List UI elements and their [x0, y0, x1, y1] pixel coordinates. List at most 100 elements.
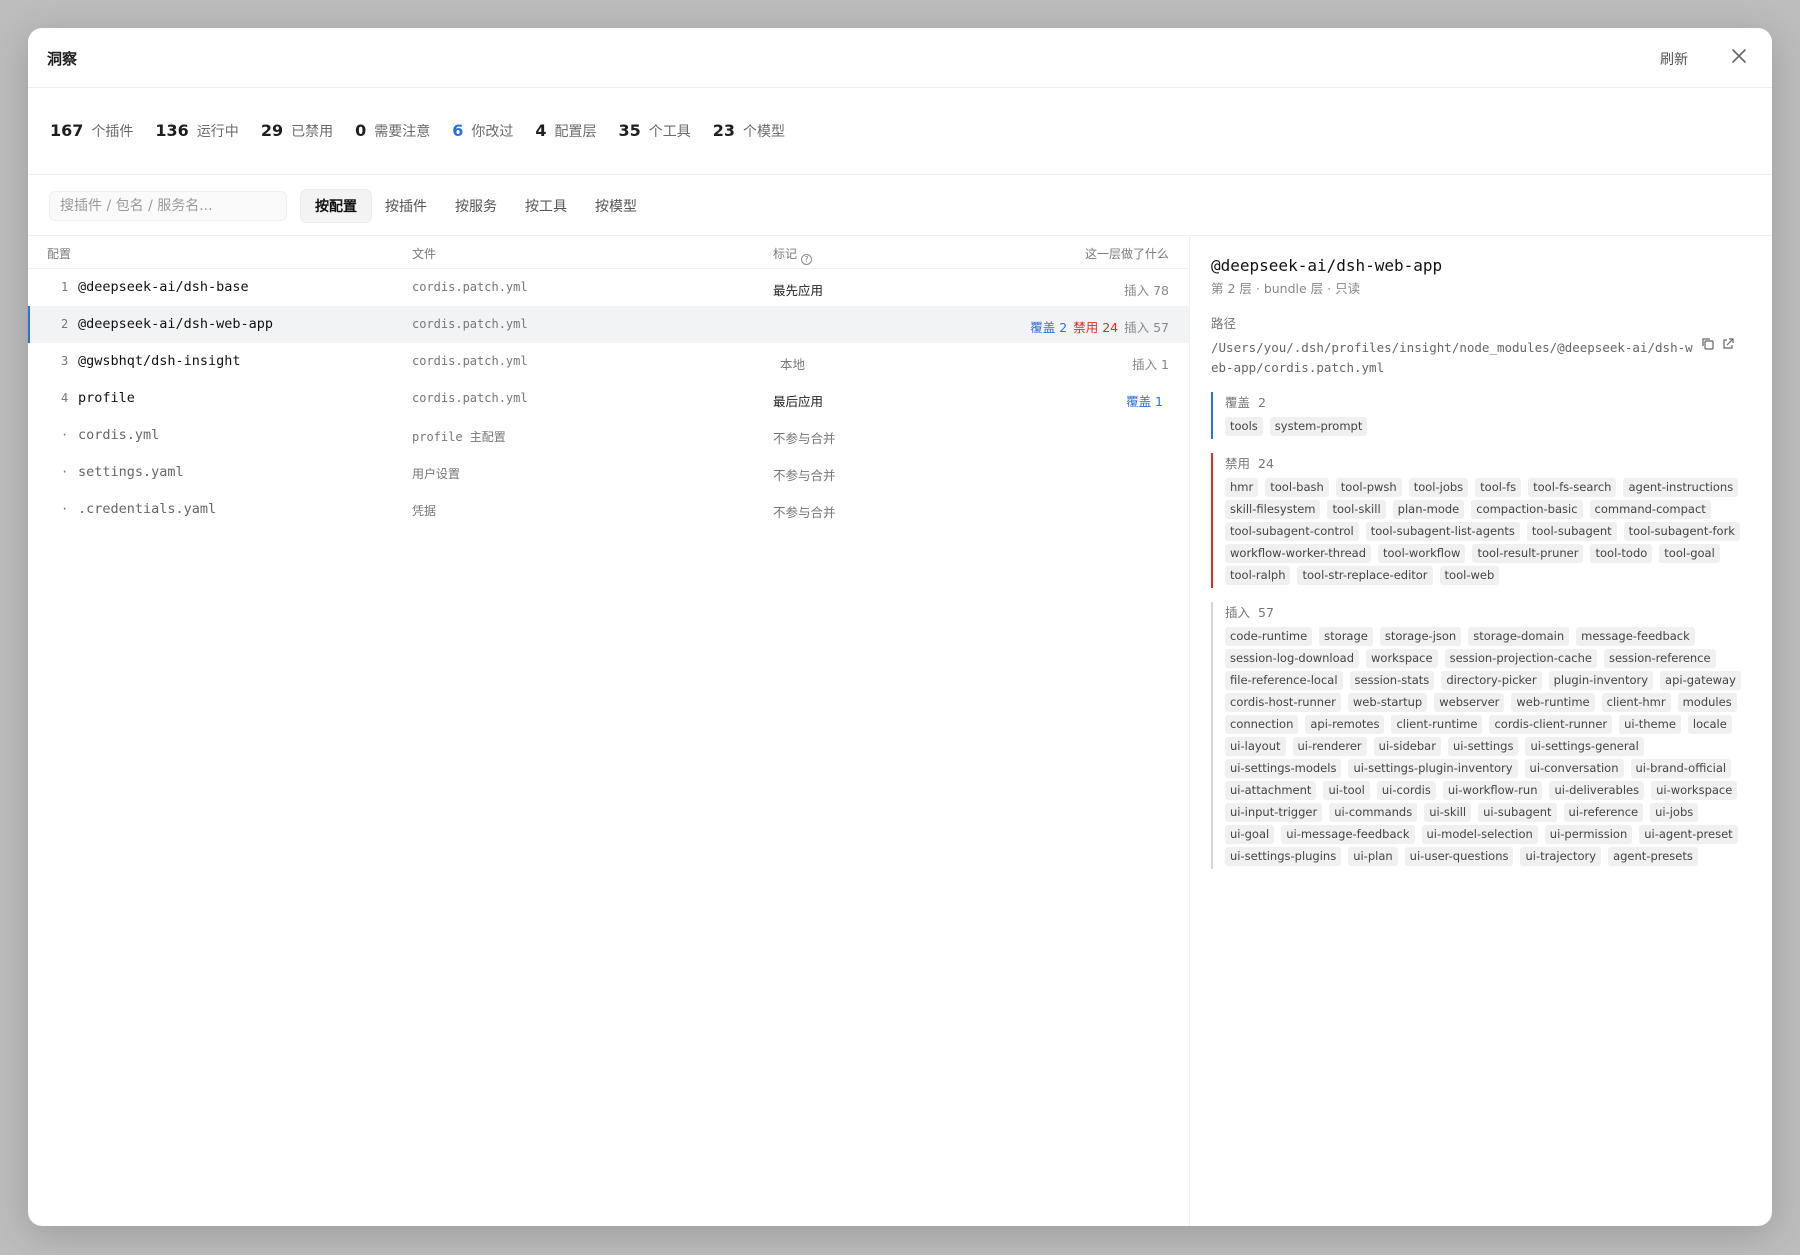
plugin-chip[interactable]: tools: [1225, 417, 1263, 436]
plugin-chip[interactable]: hmr: [1225, 478, 1259, 497]
tab-4[interactable]: 按模型: [581, 190, 651, 222]
plugin-chip[interactable]: locale: [1687, 715, 1732, 734]
plugin-chip[interactable]: webserver: [1434, 693, 1505, 712]
plugin-chip[interactable]: ui-user-questions: [1404, 847, 1514, 866]
plugin-chip[interactable]: compaction-basic: [1471, 500, 1583, 519]
plugin-chip[interactable]: tool-str-replace-editor: [1297, 566, 1433, 585]
plugin-chip[interactable]: session-stats: [1349, 671, 1435, 690]
plugin-chip[interactable]: ui-settings-plugin-inventory: [1348, 759, 1518, 778]
plugin-chip[interactable]: tool-jobs: [1408, 478, 1469, 497]
open-external-icon[interactable]: [1721, 337, 1735, 351]
plugin-chip[interactable]: tool-fs: [1475, 478, 1522, 497]
table-row[interactable]: · cordis.yml profile 主配置 不参与合并: [28, 417, 1189, 454]
plugin-chip[interactable]: tool-subagent-list-agents: [1365, 522, 1520, 541]
plugin-chip[interactable]: ui-sidebar: [1373, 737, 1441, 756]
plugin-chip[interactable]: ui-workflow-run: [1442, 781, 1543, 800]
plugin-chip[interactable]: session-log-download: [1225, 649, 1360, 668]
plugin-chip[interactable]: ui-settings-plugins: [1225, 847, 1342, 866]
plugin-chip[interactable]: storage: [1319, 627, 1373, 646]
table-row[interactable]: · settings.yaml 用户设置 不参与合并: [28, 454, 1189, 491]
plugin-chip[interactable]: session-projection-cache: [1444, 649, 1597, 668]
plugin-chip[interactable]: tool-goal: [1659, 544, 1720, 563]
plugin-chip[interactable]: tool-subagent: [1526, 522, 1617, 541]
plugin-chip[interactable]: ui-trajectory: [1520, 847, 1602, 866]
search-input[interactable]: [49, 190, 287, 221]
plugin-chip[interactable]: code-runtime: [1225, 627, 1313, 646]
plugin-chip[interactable]: ui-subagent: [1478, 803, 1557, 822]
plugin-chip[interactable]: web-runtime: [1511, 693, 1595, 712]
plugin-chip[interactable]: ui-permission: [1544, 825, 1633, 844]
plugin-chip[interactable]: ui-skill: [1424, 803, 1472, 822]
help-icon[interactable]: ?: [801, 254, 813, 265]
tab-1[interactable]: 按插件: [371, 190, 441, 222]
plugin-chip[interactable]: command-compact: [1589, 500, 1711, 519]
plugin-chip[interactable]: ui-layout: [1225, 737, 1286, 756]
plugin-chip[interactable]: ui-brand-official: [1630, 759, 1732, 778]
plugin-chip[interactable]: tool-bash: [1265, 478, 1329, 497]
plugin-chip[interactable]: ui-model-selection: [1421, 825, 1538, 844]
plugin-chip[interactable]: session-reference: [1603, 649, 1716, 668]
plugin-chip[interactable]: tool-subagent-control: [1225, 522, 1359, 541]
plugin-chip[interactable]: message-feedback: [1576, 627, 1695, 646]
plugin-chip[interactable]: skill-filesystem: [1225, 500, 1321, 519]
plugin-chip[interactable]: ui-plan: [1348, 847, 1398, 866]
plugin-chip[interactable]: api-remotes: [1305, 715, 1385, 734]
plugin-chip[interactable]: ui-theme: [1619, 715, 1681, 734]
plugin-chip[interactable]: workflow-worker-thread: [1225, 544, 1371, 563]
plugin-chip[interactable]: ui-reference: [1563, 803, 1644, 822]
plugin-chip[interactable]: ui-workspace: [1651, 781, 1738, 800]
plugin-chip[interactable]: directory-picker: [1441, 671, 1542, 690]
plugin-chip[interactable]: plan-mode: [1392, 500, 1465, 519]
plugin-chip[interactable]: tool-todo: [1590, 544, 1653, 563]
plugin-chip[interactable]: client-hmr: [1601, 693, 1671, 712]
plugin-chip[interactable]: tool-ralph: [1225, 566, 1291, 585]
plugin-chip[interactable]: tool-pwsh: [1335, 478, 1402, 497]
plugin-chip[interactable]: ui-cordis: [1376, 781, 1436, 800]
plugin-chip[interactable]: workspace: [1366, 649, 1438, 668]
copy-icon[interactable]: [1701, 337, 1715, 351]
plugin-chip[interactable]: ui-attachment: [1225, 781, 1317, 800]
plugin-chip[interactable]: tool-skill: [1327, 500, 1386, 519]
close-icon[interactable]: [1728, 45, 1750, 67]
plugin-chip[interactable]: tool-web: [1439, 566, 1500, 585]
plugin-chip[interactable]: ui-settings: [1447, 737, 1519, 756]
tab-0[interactable]: 按配置: [301, 189, 371, 222]
plugin-chip[interactable]: ui-renderer: [1292, 737, 1367, 756]
plugin-chip[interactable]: ui-settings-models: [1225, 759, 1342, 778]
plugin-chip[interactable]: ui-commands: [1329, 803, 1418, 822]
plugin-chip[interactable]: ui-goal: [1225, 825, 1275, 844]
plugin-chip[interactable]: connection: [1225, 715, 1299, 734]
plugin-chip[interactable]: plugin-inventory: [1548, 671, 1654, 690]
plugin-chip[interactable]: web-startup: [1347, 693, 1428, 712]
plugin-chip[interactable]: ui-jobs: [1650, 803, 1699, 822]
plugin-chip[interactable]: tool-result-pruner: [1472, 544, 1584, 563]
plugin-chip[interactable]: storage-domain: [1468, 627, 1570, 646]
plugin-chip[interactable]: ui-settings-general: [1525, 737, 1644, 756]
plugin-chip[interactable]: agent-instructions: [1623, 478, 1739, 497]
plugin-chip[interactable]: cordis-host-runner: [1225, 693, 1341, 712]
plugin-chip[interactable]: ui-deliverables: [1549, 781, 1645, 800]
plugin-chip[interactable]: client-runtime: [1391, 715, 1483, 734]
tab-3[interactable]: 按工具: [511, 190, 581, 222]
plugin-chip[interactable]: ui-tool: [1323, 781, 1370, 800]
plugin-chip[interactable]: file-reference-local: [1225, 671, 1343, 690]
plugin-chip[interactable]: ui-message-feedback: [1281, 825, 1415, 844]
plugin-chip[interactable]: modules: [1677, 693, 1737, 712]
table-row[interactable]: 2 @deepseek-ai/dsh-web-app cordis.patch.ym…: [28, 306, 1189, 343]
tab-2[interactable]: 按服务: [441, 190, 511, 222]
table-row[interactable]: 4 profile cordis.patch.yml 最后应用 覆盖 1: [28, 380, 1189, 417]
plugin-chip[interactable]: ui-agent-preset: [1639, 825, 1738, 844]
refresh-button[interactable]: 刷新: [1660, 49, 1688, 69]
plugin-chip[interactable]: tool-subagent-fork: [1623, 522, 1740, 541]
plugin-chip[interactable]: tool-fs-search: [1528, 478, 1617, 497]
plugin-chip[interactable]: agent-presets: [1608, 847, 1698, 866]
plugin-chip[interactable]: cordis-client-runner: [1489, 715, 1613, 734]
plugin-chip[interactable]: tool-workflow: [1378, 544, 1466, 563]
table-row[interactable]: · .credentials.yaml 凭据 不参与合并: [28, 491, 1189, 528]
table-row[interactable]: 1 @deepseek-ai/dsh-base cordis.patch.yml 最先…: [28, 269, 1189, 306]
plugin-chip[interactable]: ui-conversation: [1524, 759, 1624, 778]
plugin-chip[interactable]: storage-json: [1379, 627, 1462, 646]
plugin-chip[interactable]: system-prompt: [1269, 417, 1368, 436]
plugin-chip[interactable]: ui-input-trigger: [1225, 803, 1323, 822]
plugin-chip[interactable]: api-gateway: [1660, 671, 1741, 690]
